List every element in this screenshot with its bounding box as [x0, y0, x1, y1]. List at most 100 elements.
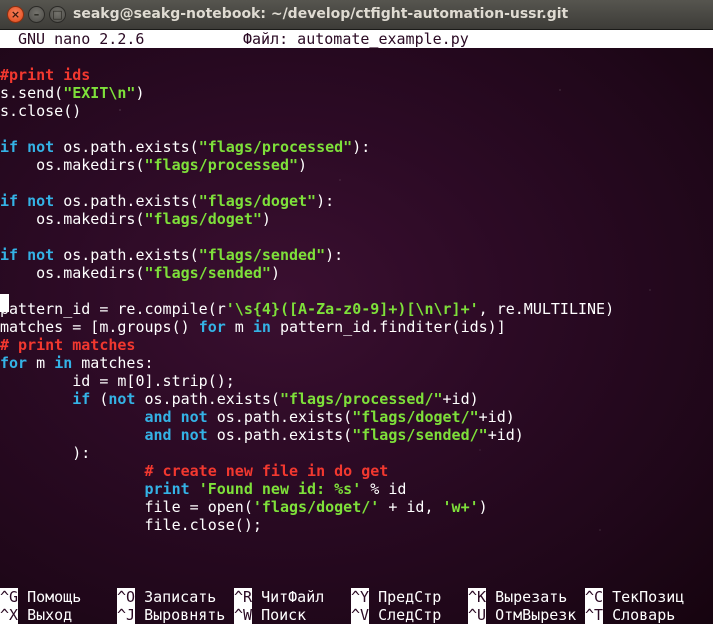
code-comment: # create new file in do get — [144, 462, 389, 480]
code-line-25: print 'Found new id: %s' % id — [0, 480, 407, 498]
code-text: m — [27, 354, 55, 372]
shortcut-key: ^G — [0, 588, 19, 606]
code-text: os.path.exists( — [207, 426, 353, 444]
window-close-button[interactable]: × — [7, 6, 24, 23]
code-text: os.path.exists( — [54, 192, 199, 210]
shortcut-key: ^X — [0, 606, 19, 624]
code-line-22: ): — [0, 444, 90, 462]
shortcut-key: ^V — [351, 606, 370, 624]
code-line-3: s.close() — [0, 102, 81, 120]
code-line-11: if not os.path.exists("flags/sended"): — [0, 246, 343, 264]
code-line-17: for m in matches: — [0, 354, 154, 372]
shortcut-label: Помощь — [27, 588, 82, 606]
code-text: os.path.exists( — [207, 408, 353, 426]
code-keyword: if — [0, 192, 19, 210]
window-maximize-button[interactable]: □ — [49, 6, 66, 23]
code-line-12: os.makedirs("flags/sended") — [0, 264, 280, 282]
shortcut-key: ^R — [234, 588, 253, 606]
code-keyword: in — [252, 318, 271, 336]
code-keyword: not — [180, 426, 208, 444]
nano-file-name: Файл: automate_example.py — [243, 30, 469, 48]
code-comment: #print ids — [0, 66, 91, 84]
shortcut-justify[interactable]: ^J Выровнять — [117, 606, 225, 624]
code-keyword: not — [27, 192, 55, 210]
shortcut-cur-pos[interactable]: ^C ТекПозиц — [585, 588, 684, 606]
code-string: "EXIT\n" — [63, 84, 136, 102]
shortcut-read-file[interactable]: ^R ЧитФайл — [234, 588, 324, 606]
shortcut-label: СледСтр — [378, 606, 442, 624]
shortcut-label: Словарь — [612, 606, 676, 624]
code-string: "flags/processed" — [198, 138, 353, 156]
code-string: '\s{4}([A-Za-z0-9]+)[\n\r]+' — [225, 300, 479, 318]
shortcut-write-out[interactable]: ^O Записать — [117, 588, 216, 606]
code-keyword: and — [144, 408, 172, 426]
nano-version: GNU nano 2.2.6 — [18, 30, 145, 48]
code-string: "flags/processed/" — [279, 390, 443, 408]
code-text: + id, — [379, 498, 443, 516]
shortcut-prev-page[interactable]: ^Y ПредСтр — [351, 588, 441, 606]
code-text: ) — [478, 498, 488, 516]
shortcut-key: ^U — [468, 606, 487, 624]
shortcut-label: Вырезать — [495, 588, 568, 606]
window-titlebar: × – □ seakg@seakg-notebook: ~/develop/ct… — [0, 0, 713, 30]
code-text: ): — [0, 444, 91, 462]
code-text: ): — [352, 138, 371, 156]
minimize-icon: – — [33, 8, 40, 21]
shortcut-key: ^W — [234, 606, 253, 624]
code-string: 'Found new id: %s' — [198, 480, 362, 498]
code-line-2: s.send("EXIT\n") — [0, 84, 145, 102]
shortcut-next-page[interactable]: ^V СледСтр — [351, 606, 441, 624]
shortcut-spell[interactable]: ^T Словарь — [585, 606, 675, 624]
code-keyword: for — [198, 318, 226, 336]
code-text: +id) — [478, 408, 515, 426]
code-text: os.path.exists( — [135, 390, 280, 408]
shortcut-uncut-text[interactable]: ^U ОтмВырезк — [468, 606, 576, 624]
code-string: 'flags/doget/' — [252, 498, 380, 516]
code-text: os.path.exists( — [54, 246, 199, 264]
shortcut-exit[interactable]: ^X Выход — [0, 606, 72, 624]
code-text: ) — [261, 210, 271, 228]
shortcut-help[interactable]: ^G Помощь — [0, 588, 81, 606]
code-text: s.send( — [0, 84, 64, 102]
shortcut-where-is[interactable]: ^W Поиск — [234, 606, 306, 624]
code-keyword: print — [144, 480, 190, 498]
code-text: ): — [325, 246, 344, 264]
code-line-15: matches = [m.groups() for m in pattern_i… — [0, 318, 506, 336]
code-text: os.path.exists( — [54, 138, 199, 156]
code-line-6: os.makedirs("flags/processed") — [0, 156, 307, 174]
code-text: ): — [316, 192, 335, 210]
code-line-5: if not os.path.exists("flags/processed")… — [0, 138, 370, 156]
shortcut-label: ЧитФайл — [261, 588, 325, 606]
code-line-18: id = m[0].strip(); — [0, 372, 235, 390]
shortcut-cut-text[interactable]: ^K Вырезать — [468, 588, 567, 606]
code-line-20: and not os.path.exists("flags/doget/"+id… — [0, 408, 515, 426]
code-keyword: for — [0, 354, 28, 372]
code-string: "flags/sended" — [198, 246, 326, 264]
nano-header-bar: GNU nano 2.2.6 Файл: automate_example.py — [0, 30, 713, 48]
shortcut-key: ^O — [117, 588, 136, 606]
shortcut-label: Поиск — [261, 606, 307, 624]
code-keyword: and — [144, 426, 172, 444]
code-keyword: not — [108, 390, 136, 408]
code-text: % id — [361, 480, 407, 498]
code-string: "flags/doget" — [198, 192, 317, 210]
code-text: ) — [135, 84, 145, 102]
code-text: os.makedirs( — [0, 210, 145, 228]
shortcut-label: ОтмВырезк — [495, 606, 577, 624]
code-text: id = m[0].strip(); — [0, 372, 235, 390]
code-comment: # print matches — [0, 336, 136, 354]
code-text: pattern_id.finditer(ids)] — [270, 318, 506, 336]
code-line-1: #print ids — [0, 66, 90, 84]
shortcut-label: ПредСтр — [378, 588, 442, 606]
shortcut-label: Выровнять — [144, 606, 226, 624]
terminal-area[interactable]: GNU nano 2.2.6 Файл: automate_example.py… — [0, 30, 713, 624]
code-text: pattern_id = re.compile(r — [0, 300, 226, 318]
code-keyword: if — [0, 246, 19, 264]
window-minimize-button[interactable]: – — [28, 6, 45, 23]
code-line-26: file = open('flags/doget/' + id, 'w+') — [0, 498, 488, 516]
code-keyword: in — [54, 354, 73, 372]
